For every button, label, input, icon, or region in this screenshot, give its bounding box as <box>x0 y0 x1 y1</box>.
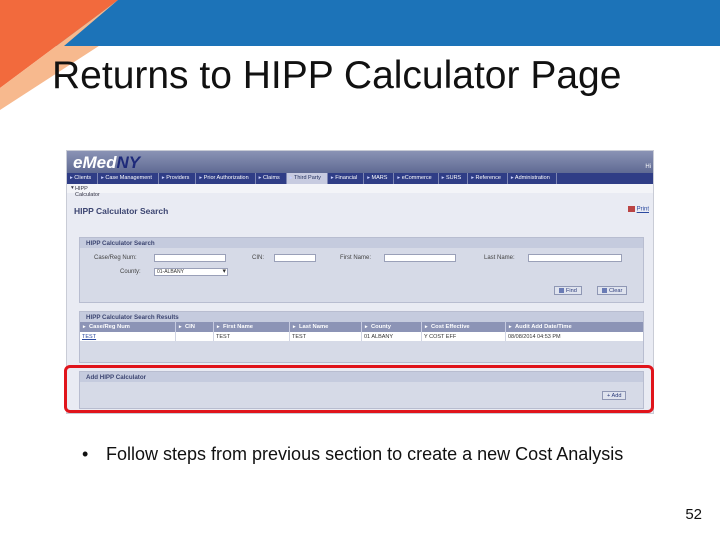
col-last-name[interactable]: Last Name <box>290 322 362 332</box>
col-cin[interactable]: CIN <box>176 322 214 332</box>
main-nav: Clients Case Management Providers Prior … <box>67 173 653 184</box>
nav-claims[interactable]: Claims <box>256 173 287 184</box>
nav-prior-authorization[interactable]: Prior Authorization <box>196 173 256 184</box>
app-header: eMedNY Hi <box>67 151 653 173</box>
nav-clients[interactable]: Clients <box>67 173 99 184</box>
results-panel-header: HIPP Calculator Search Results <box>80 312 643 322</box>
print-link[interactable]: Print <box>627 206 649 213</box>
col-cost-effective[interactable]: Cost Effective <box>422 322 506 332</box>
cin-label: CIN: <box>252 255 264 261</box>
clear-button[interactable]: Clear <box>597 286 628 295</box>
bullet-text: Follow steps from previous section to cr… <box>106 444 624 464</box>
nav-mars[interactable]: MARS <box>364 173 395 184</box>
col-case-reg[interactable]: Case/Reg Num <box>80 322 176 332</box>
nav-case-management[interactable]: Case Management <box>98 173 159 184</box>
nav-providers[interactable]: Providers <box>159 173 197 184</box>
find-button[interactable]: Find <box>554 286 582 295</box>
nav-ecommerce[interactable]: eCommerce <box>394 173 439 184</box>
cell-audit-date: 08/08/2014 04:53 PM <box>508 334 561 340</box>
results-table-header: Case/Reg Num CIN First Name Last Name Co… <box>80 322 643 332</box>
results-panel: HIPP Calculator Search Results Case/Reg … <box>79 311 644 363</box>
bullet-icon: • <box>82 444 89 464</box>
nav-reference[interactable]: Reference <box>468 173 508 184</box>
first-name-input[interactable] <box>384 254 456 262</box>
breadcrumb: ▾ HIPP Calculator <box>67 184 653 198</box>
cin-input[interactable] <box>274 254 316 262</box>
last-name-label: Last Name: <box>484 255 515 261</box>
breadcrumb-item[interactable]: ▾ HIPP Calculator <box>71 185 100 198</box>
search-panel: HIPP Calculator Search Case/Reg Num: CIN… <box>79 237 644 303</box>
page-heading: HIPP Calculator Search <box>74 206 169 216</box>
nav-third-party[interactable]: Third Party <box>286 173 328 184</box>
cell-cin <box>176 332 214 341</box>
clear-icon <box>602 288 607 294</box>
last-name-input[interactable] <box>528 254 622 262</box>
col-county[interactable]: County <box>362 322 422 332</box>
case-reg-input[interactable] <box>154 254 226 262</box>
col-audit-date[interactable]: Audit Add Date/Time <box>506 322 643 332</box>
cell-case-reg[interactable]: TEST <box>80 332 176 341</box>
nav-administration[interactable]: Administration <box>508 173 557 184</box>
col-first-name[interactable]: First Name <box>214 322 290 332</box>
nav-financial[interactable]: Financial <box>328 173 365 184</box>
cell-county: 01 ALBANY <box>362 332 422 341</box>
slide-title: Returns to HIPP Calculator Page <box>52 54 622 97</box>
cell-cost-effective: Y COST EFF <box>422 332 506 341</box>
emedny-logo: eMedNY <box>73 153 141 172</box>
header-greeting: Hi <box>645 164 651 170</box>
nav-surs[interactable]: SURS <box>439 173 469 184</box>
case-reg-label: Case/Reg Num: <box>94 255 137 261</box>
cell-last-name: TEST <box>290 332 362 341</box>
cell-first-name: TEST <box>214 332 290 341</box>
table-row: TEST TEST TEST 01 ALBANY Y COST EFF 08/0… <box>80 332 643 341</box>
highlight-box <box>64 365 654 413</box>
page-number: 52 <box>685 506 702 523</box>
first-name-label: First Name: <box>340 255 372 261</box>
county-select[interactable]: 01-ALBANY <box>154 268 228 276</box>
county-label: County: <box>120 269 141 275</box>
print-icon <box>627 206 635 212</box>
search-panel-header: HIPP Calculator Search <box>80 238 643 248</box>
find-icon <box>559 288 564 294</box>
